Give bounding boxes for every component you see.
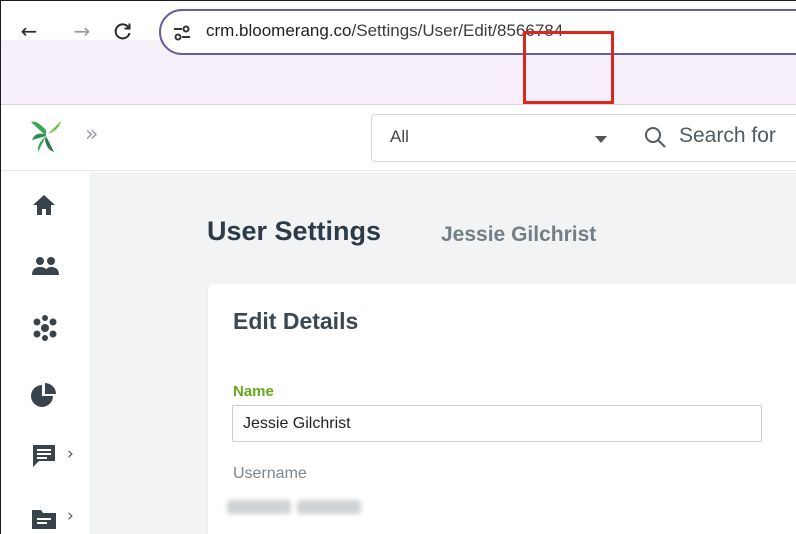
browser-window: ← → crm.bloomerang.co/Settings/User/Edit… (0, 0, 796, 534)
page-title: User Settings (207, 216, 382, 246)
back-arrow-icon[interactable]: ← (15, 17, 43, 45)
url-text[interactable]: crm.bloomerang.co/Settings/User/Edit/856… (206, 17, 563, 45)
page-subtitle: Jessie Gilchrist (441, 223, 597, 246)
bloomerang-logo-icon[interactable] (27, 118, 65, 154)
search-filter-value: All (390, 127, 409, 146)
sidebar-item-constituents[interactable] (29, 253, 69, 283)
folder-icon (32, 510, 56, 529)
sidebar-item-home[interactable] (29, 191, 69, 221)
sidebar-item-reports[interactable] (29, 381, 69, 411)
chevron-right-icon: › (67, 506, 74, 526)
sidebar-item-files[interactable]: › (29, 503, 74, 533)
message-icon (33, 445, 55, 467)
sidebar-item-groups[interactable] (29, 313, 69, 343)
chevron-right-icon: › (67, 444, 74, 464)
username-label: Username (233, 465, 307, 482)
pie-chart-icon (31, 383, 56, 407)
forward-arrow-icon[interactable]: → (68, 17, 96, 45)
username-redacted (297, 500, 361, 514)
search-icon (645, 127, 666, 148)
card-title: Edit Details (233, 308, 359, 334)
url-host: crm.bloomerang.co (206, 21, 352, 40)
search-placeholder: Search for (679, 124, 776, 147)
username-redacted (227, 500, 291, 514)
reload-icon[interactable] (109, 17, 137, 45)
search-filter-dropdown[interactable] (371, 114, 625, 162)
name-label: Name (233, 383, 274, 400)
people-icon (32, 257, 59, 275)
home-icon (33, 195, 55, 215)
caret-down-icon (595, 136, 607, 143)
site-settings-icon[interactable] (173, 24, 191, 42)
sidebar-item-communications[interactable]: › (29, 441, 74, 471)
expand-sidebar-icon[interactable]: » (85, 122, 98, 147)
highlight-box (523, 31, 614, 104)
name-field[interactable]: Jessie Gilchrist (232, 405, 762, 442)
reload-glyph (114, 23, 131, 40)
sidebar (1, 172, 89, 534)
groups-icon (33, 315, 57, 341)
